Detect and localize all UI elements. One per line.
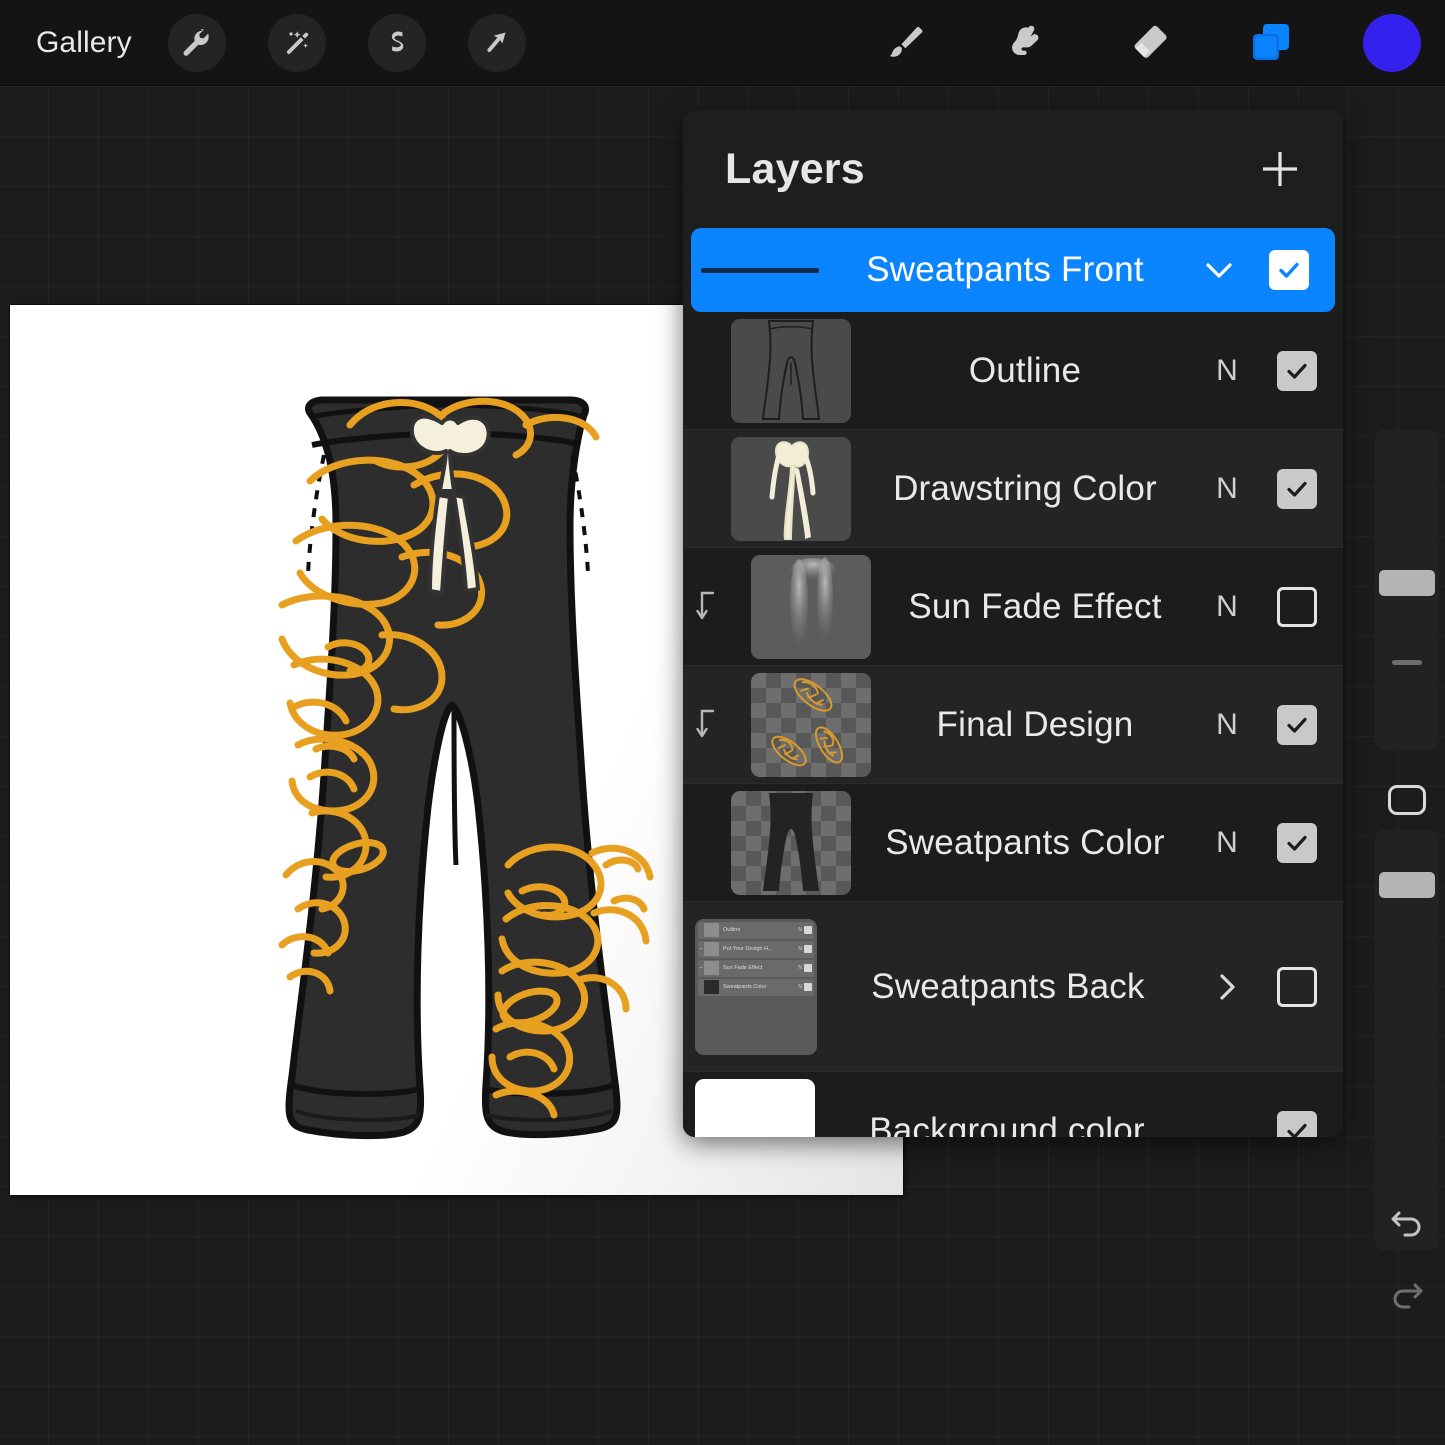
toolbar-right-group [813,14,1445,72]
nested-visibility-checkbox [804,926,812,934]
gallery-button[interactable]: Gallery [26,22,142,64]
clipping-mask-icon [683,707,729,743]
layer-name: Sweatpants Front [819,250,1191,290]
nested-layer-name: Put Your Design H... [719,946,798,952]
layer-visibility-checkbox[interactable] [1277,705,1317,745]
adjustments-wand-icon[interactable] [268,14,326,72]
layer-blend-mode[interactable]: N [1199,354,1255,388]
layers-panel: Layers Sweatpants Front [683,110,1343,1137]
opacity-slider[interactable] [1375,830,1439,1250]
layer-visibility-checkbox[interactable] [1277,469,1317,509]
redo-button[interactable] [1375,1262,1439,1326]
layer-row-background-color[interactable]: Background color [683,1072,1343,1137]
nested-layer-name: Sun Fade Effect [719,965,798,971]
nested-layer-name: Outline [719,927,798,933]
nested-layer-row: Outline N [698,922,814,939]
layers-panel-header: Layers [683,110,1343,228]
layers-panel-title: Layers [725,145,865,194]
background-color-swatch[interactable] [695,1079,815,1137]
opacity-handle[interactable] [1379,872,1435,898]
layer-visibility-checkbox[interactable] [1277,1111,1317,1137]
chevron-down-icon[interactable] [1191,250,1247,290]
nested-layer-row: Sweatpants Color N [698,979,814,996]
layer-blend-mode[interactable]: N [1199,472,1255,506]
selection-icon[interactable] [368,14,426,72]
nested-thumbnail [704,923,719,937]
chevron-right-icon[interactable] [1199,967,1255,1007]
layer-visibility-checkbox[interactable] [1277,351,1317,391]
layer-blend-mode[interactable]: N [1199,708,1255,742]
brush-size-slider[interactable] [1375,430,1439,750]
nested-layer-row: ⌐ Sun Fade Effect N [698,960,814,977]
undo-button[interactable] [1375,1190,1439,1254]
toolbar-left-group: Gallery [0,14,568,72]
top-toolbar: Gallery [0,0,1445,85]
layer-thumbnail-sweatpants-color [731,791,851,895]
nested-visibility-checkbox [804,983,812,991]
actions-wrench-icon[interactable] [168,14,226,72]
smudge-icon[interactable] [999,14,1057,72]
layer-row-sweatpants-back[interactable]: Outline N ⌐ Put Your Design H... N ⌐ [683,902,1343,1072]
transform-arrow-icon[interactable] [468,14,526,72]
app-root: Gallery [0,0,1445,1445]
layer-visibility-checkbox[interactable] [1277,587,1317,627]
layer-thumbnail-outline [731,319,851,423]
layer-name: Final Design [871,705,1199,745]
layer-thumbnail-drawstring [731,437,851,541]
layer-row-outline[interactable]: Outline N [683,312,1343,430]
nested-layer-preview: Outline N ⌐ Put Your Design H... N ⌐ [695,919,817,1055]
layer-blend-mode[interactable]: N [1199,826,1255,860]
brush-size-minus-mark [1392,660,1422,665]
layer-blend-mode[interactable]: N [1199,590,1255,624]
add-layer-button[interactable] [1257,146,1303,192]
layer-thumbnail-sun-fade [751,555,871,659]
layer-row-sweatpants-front[interactable]: Sweatpants Front [691,228,1335,312]
color-swatch-button[interactable] [1363,14,1421,72]
layer-row-drawstring-color[interactable]: Drawstring Color N [683,430,1343,548]
layer-name: Sweatpants Back [817,967,1199,1007]
nested-visibility-checkbox [804,964,812,972]
clipping-mask-icon [683,589,729,625]
nested-thumbnail [704,980,719,994]
modify-button[interactable] [1388,785,1426,815]
group-indicator-line [701,268,819,273]
layer-name: Drawstring Color [851,469,1199,509]
layer-name: Background color [815,1111,1199,1137]
layer-visibility-checkbox[interactable] [1277,823,1317,863]
paintbrush-icon[interactable] [877,14,935,72]
layer-visibility-checkbox[interactable] [1277,967,1317,1007]
layer-visibility-checkbox[interactable] [1269,250,1309,290]
layer-row-sun-fade-effect[interactable]: Sun Fade Effect N [683,548,1343,666]
brush-size-handle[interactable] [1379,570,1435,596]
nested-visibility-checkbox [804,945,812,953]
layer-thumbnail-sweatpants-back: Outline N ⌐ Put Your Design H... N ⌐ [695,919,817,1055]
nested-thumbnail [704,942,719,956]
nested-thumbnail [704,961,719,975]
nested-layer-name: Sweatpants Color [719,984,798,990]
nested-layer-row: ⌐ Put Your Design H... N [698,941,814,958]
layer-thumbnail-final-design [751,673,871,777]
layer-name: Sweatpants Color [851,823,1199,863]
right-sidebar [1375,430,1439,1330]
eraser-icon[interactable] [1121,14,1179,72]
layer-row-sweatpants-color[interactable]: Sweatpants Color N [683,784,1343,902]
layer-name: Outline [851,351,1199,391]
layers-icon[interactable] [1243,14,1301,72]
layer-name: Sun Fade Effect [871,587,1199,627]
layer-row-final-design[interactable]: Final Design N [683,666,1343,784]
